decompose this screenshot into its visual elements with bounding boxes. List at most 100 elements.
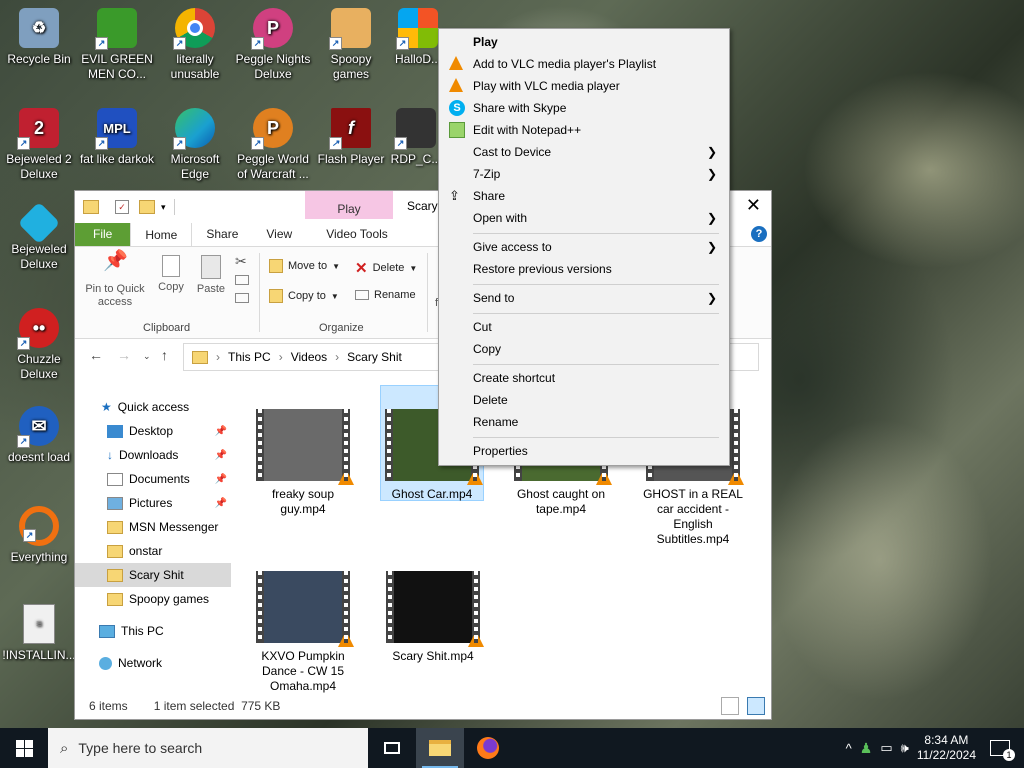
menu-item-edit-notepadpp[interactable]: Edit with Notepad++: [439, 119, 729, 141]
desktop-icon-spoopy-games[interactable]: ↗ Spoopy games: [312, 8, 390, 82]
menu-item-restore-versions[interactable]: Restore previous versions: [439, 258, 729, 280]
menu-item-cast-to-device[interactable]: Cast to Device ❯: [439, 141, 729, 163]
vlc-icon: [449, 56, 465, 72]
taskbar-firefox[interactable]: [464, 728, 512, 768]
file-tile[interactable]: freaky soup guy.mp4: [251, 409, 355, 517]
menu-item-open-with[interactable]: Open with ❯: [439, 207, 729, 229]
new-folder-icon[interactable]: [139, 200, 155, 214]
rename-button[interactable]: Rename: [355, 289, 416, 301]
nav-network[interactable]: Network: [75, 651, 233, 675]
copy-path-icon[interactable]: [235, 275, 249, 285]
cut-icon[interactable]: ✂: [235, 253, 247, 270]
desktop-icon-chrome[interactable]: ↗ literally unusable: [156, 8, 234, 82]
network-icon[interactable]: ▭: [880, 740, 892, 756]
desktop-icon-recycle-bin[interactable]: ♻ Recycle Bin: [0, 8, 78, 67]
desktop-icon-everything[interactable]: ↗ Everything: [0, 506, 78, 565]
nav-desktop[interactable]: Desktop 📌: [75, 419, 233, 443]
video-thumbnail: [256, 409, 354, 485]
volume-icon[interactable]: 🕪: [901, 740, 909, 756]
desktop-icon-bejeweled-2[interactable]: 2 ↗ Bejeweled 2 Deluxe: [0, 108, 78, 182]
desktop-icon-peggle-wow[interactable]: P ↗ Peggle World of Warcraft ...: [234, 108, 312, 182]
desktop-icon-bejeweled[interactable]: Bejeweled Deluxe: [0, 201, 78, 272]
flash-icon: f ↗: [329, 108, 371, 150]
folder-icon: [83, 200, 99, 214]
menu-item-share[interactable]: ⇪ Share: [439, 185, 729, 207]
desktop-icon-edge[interactable]: ↗ Microsoft Edge: [156, 108, 234, 182]
contextual-tab-play[interactable]: Play: [305, 191, 393, 219]
desktop-icon-thunderbird[interactable]: ✉ ↗ doesnt load: [0, 406, 78, 465]
menu-item-share-skype[interactable]: S Share with Skype: [439, 97, 729, 119]
peggle-wow-icon: P ↗: [251, 108, 293, 150]
recent-locations-icon[interactable]: ⌄: [143, 351, 151, 362]
desktop-icon-chuzzle[interactable]: •• ↗ Chuzzle Deluxe: [0, 308, 78, 382]
nav-this-pc[interactable]: This PC: [75, 619, 233, 643]
details-view-icon[interactable]: [721, 697, 739, 715]
clock-time: 8:34 AM: [924, 733, 969, 747]
task-view-button[interactable]: [368, 728, 416, 768]
notification-icon[interactable]: 1: [990, 740, 1015, 761]
large-icons-view-icon[interactable]: [747, 697, 765, 715]
delete-button[interactable]: ✕ Delete ▼: [355, 259, 417, 277]
breadcrumb-videos[interactable]: Videos: [291, 350, 327, 364]
paste-button[interactable]: Paste: [193, 255, 229, 296]
clock[interactable]: 8:34 AM 11/22/2024: [917, 733, 976, 763]
breadcrumb-scary-shit[interactable]: Scary Shit: [347, 350, 402, 364]
tab-home[interactable]: Home: [130, 222, 193, 246]
forward-arrow-icon[interactable]: →: [117, 347, 131, 363]
up-arrow-icon[interactable]: ↑: [161, 347, 168, 363]
menu-item-create-shortcut[interactable]: Create shortcut: [439, 367, 729, 389]
menu-item-cut[interactable]: Cut: [439, 316, 729, 338]
menu-item-delete[interactable]: Delete: [439, 389, 729, 411]
desktop-icon-evil-green-men[interactable]: ↗ EVIL GREEN MEN CO...: [78, 8, 156, 82]
menu-item-7zip[interactable]: 7-Zip ❯: [439, 163, 729, 185]
folder-icon: [107, 592, 123, 606]
vlc-icon: [467, 469, 483, 485]
menu-item-properties[interactable]: Properties: [439, 440, 729, 462]
desktop-icon-flash[interactable]: f ↗ Flash Player: [312, 108, 390, 167]
tab-view[interactable]: View: [252, 222, 306, 246]
close-icon[interactable]: ✕: [746, 195, 761, 216]
nav-quick-access[interactable]: ★ Quick access: [75, 395, 233, 419]
back-arrow-icon[interactable]: ←: [89, 347, 103, 363]
vlc-icon: [596, 469, 612, 485]
pin-quick-access-button[interactable]: 📌 Pin to Quick access: [81, 251, 149, 309]
file-tile[interactable]: KXVO Pumpkin Dance - CW 15 Omaha.mp4: [251, 571, 355, 694]
menu-item-copy[interactable]: Copy: [439, 338, 729, 360]
qat-dropdown-icon[interactable]: ▾: [161, 202, 166, 213]
menu-item-play-vlc[interactable]: Play with VLC media player: [439, 75, 729, 97]
move-to-button[interactable]: Move to ▼: [269, 259, 340, 273]
text-file-icon: ≡: [23, 604, 55, 644]
desktop-icon-rdp[interactable]: ↗ RDP_C...: [390, 108, 442, 167]
tab-share[interactable]: Share: [192, 222, 252, 246]
paste-shortcut-icon[interactable]: [235, 293, 249, 303]
breadcrumb-this-pc[interactable]: This PC: [228, 350, 271, 364]
help-icon[interactable]: ?: [751, 226, 767, 242]
tab-file[interactable]: File: [75, 222, 131, 246]
menu-item-send-to[interactable]: Send to ❯: [439, 287, 729, 309]
nav-pictures[interactable]: Pictures 📌: [75, 491, 233, 515]
tab-video-tools[interactable]: Video Tools: [312, 222, 402, 246]
nav-downloads[interactable]: ↓ Downloads 📌: [75, 443, 233, 467]
nav-scary-shit[interactable]: Scary Shit: [75, 563, 231, 587]
nav-onstar[interactable]: onstar: [75, 539, 233, 563]
desktop-icon-peggle-nights[interactable]: P ↗ Peggle Nights Deluxe: [234, 8, 312, 82]
nav-msn-messenger[interactable]: MSN Messenger: [75, 515, 233, 539]
taskbar-search-box[interactable]: ⌕ Type here to search: [48, 728, 368, 768]
start-button[interactable]: [0, 728, 48, 768]
menu-item-play[interactable]: Play: [439, 31, 729, 53]
clipboard-group-label: Clipboard: [143, 322, 191, 334]
file-tile[interactable]: Scary Shit.mp4: [381, 571, 485, 664]
menu-item-rename[interactable]: Rename: [439, 411, 729, 433]
menu-item-give-access[interactable]: Give access to ❯: [439, 236, 729, 258]
user-icon[interactable]: ♟: [860, 740, 873, 757]
taskbar-file-explorer[interactable]: [416, 728, 464, 768]
copy-button[interactable]: Copy: [153, 255, 189, 294]
properties-icon[interactable]: ✓: [115, 200, 129, 214]
chevron-up-icon[interactable]: ^: [846, 741, 852, 756]
desktop-icon-installing-txt[interactable]: ≡ !INSTALLIN...: [0, 604, 78, 663]
nav-documents[interactable]: Documents 📌: [75, 467, 233, 491]
desktop-icon-mpl[interactable]: MPL ↗ fat like darkok: [78, 108, 156, 167]
menu-item-add-vlc-playlist[interactable]: Add to VLC media player's Playlist: [439, 53, 729, 75]
copy-to-button[interactable]: Copy to ▼: [269, 289, 339, 303]
nav-spoopy-games[interactable]: Spoopy games: [75, 587, 233, 611]
